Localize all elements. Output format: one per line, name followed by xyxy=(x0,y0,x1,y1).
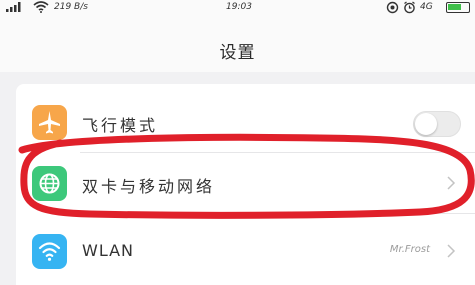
airplane-icon xyxy=(32,105,67,140)
status-bar: 219 B/s 19:03 4G xyxy=(0,0,475,16)
globe-icon xyxy=(32,166,67,201)
chevron-right-icon xyxy=(445,243,457,259)
header: 设置 xyxy=(0,16,475,72)
wlan-network-name: Mr.Frost xyxy=(389,244,430,255)
signal-icon xyxy=(6,2,26,16)
page-title: 设置 xyxy=(219,43,256,63)
airplane-mode-label: 飞行模式 xyxy=(82,116,159,135)
wifi-icon xyxy=(32,234,67,269)
airplane-mode-toggle[interactable] xyxy=(413,111,461,137)
dual-sim-mobile-network-label: 双卡与移动网络 xyxy=(82,177,216,196)
divider xyxy=(80,213,475,214)
wlan-row[interactable]: WLAN Mr.Frost xyxy=(16,221,475,282)
wifi-status-icon xyxy=(33,1,49,17)
settings-list: 飞行模式 双卡与移动网络 WLAN Mr.Frost xyxy=(16,84,475,285)
dual-sim-mobile-network-row[interactable]: 双卡与移动网络 xyxy=(16,153,475,214)
airplane-mode-row[interactable]: 飞行模式 xyxy=(16,92,475,153)
mobile-network-type: 4G xyxy=(420,2,433,12)
network-speed: 219 B/s xyxy=(54,2,88,12)
clock: 19:03 xyxy=(226,2,252,12)
chevron-right-icon xyxy=(445,175,457,191)
toggle-knob xyxy=(415,113,437,135)
battery-icon xyxy=(446,2,470,13)
wlan-label: WLAN xyxy=(82,241,135,260)
